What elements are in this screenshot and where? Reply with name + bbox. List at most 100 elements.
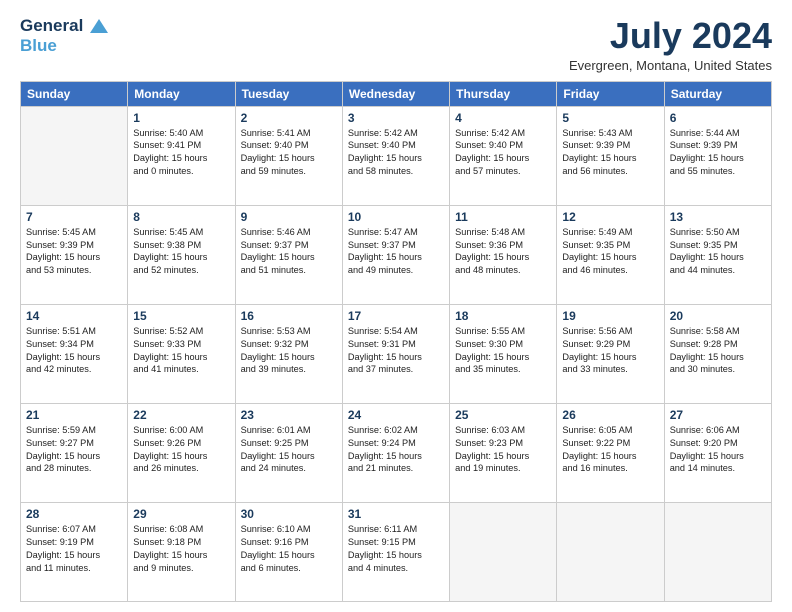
day-number: 10 — [348, 210, 444, 224]
logo-line2: Blue — [20, 36, 57, 55]
calendar-cell: 27 Sunrise: 6:06 AMSunset: 9:20 PMDayligh… — [664, 403, 771, 502]
cell-info: Sunrise: 5:45 AMSunset: 9:38 PMDaylight:… — [133, 226, 229, 278]
day-number: 4 — [455, 111, 551, 125]
day-number: 13 — [670, 210, 766, 224]
cell-info: Sunrise: 5:52 AMSunset: 9:33 PMDaylight:… — [133, 325, 229, 377]
cell-info: Sunrise: 6:08 AMSunset: 9:18 PMDaylight:… — [133, 523, 229, 575]
day-number: 16 — [241, 309, 337, 323]
day-number: 14 — [26, 309, 122, 323]
cell-info: Sunrise: 6:05 AMSunset: 9:22 PMDaylight:… — [562, 424, 658, 476]
calendar-cell: 6Sunrise: 5:44 AMSunset: 9:39 PMDaylight… — [664, 106, 771, 205]
weekday-header-monday: Monday — [128, 81, 235, 106]
calendar-cell: 4 Sunrise: 5:42 AMSunset: 9:40 PMDaylight… — [450, 106, 557, 205]
logo: General Blue — [20, 16, 108, 55]
calendar-cell: 23Sunrise: 6:01 AMSunset: 9:25 PMDayligh… — [235, 403, 342, 502]
weekday-header-friday: Friday — [557, 81, 664, 106]
location: Evergreen, Montana, United States — [569, 58, 772, 73]
day-number: 2 — [241, 111, 337, 125]
calendar-cell: 3 Sunrise: 5:42 AMSunset: 9:40 PMDaylight… — [342, 106, 449, 205]
title-block: July 2024 Evergreen, Montana, United Sta… — [569, 16, 772, 73]
day-number: 19 — [562, 309, 658, 323]
calendar-week-row: 14 Sunrise: 5:51 AMSunset: 9:34 PMDayligh… — [21, 304, 772, 403]
cell-info: Sunrise: 5:45 AMSunset: 9:39 PMDaylight:… — [26, 226, 122, 278]
calendar-cell: 13 Sunrise: 5:50 AMSunset: 9:35 PMDayligh… — [664, 205, 771, 304]
cell-info: Sunrise: 5:51 AMSunset: 9:34 PMDaylight:… — [26, 325, 122, 377]
calendar-cell: 29 Sunrise: 6:08 AMSunset: 9:18 PMDayligh… — [128, 502, 235, 601]
cell-info: Sunrise: 5:55 AMSunset: 9:30 PMDaylight:… — [455, 325, 551, 377]
day-number: 26 — [562, 408, 658, 422]
header: General Blue July 2024 Evergreen, Montan… — [20, 16, 772, 73]
cell-info: Sunrise: 5:50 AMSunset: 9:35 PMDaylight:… — [670, 226, 766, 278]
cell-info: Sunrise: 5:53 AMSunset: 9:32 PMDaylight:… — [241, 325, 337, 377]
calendar-cell: 5Sunrise: 5:43 AMSunset: 9:39 PMDaylight… — [557, 106, 664, 205]
day-number: 11 — [455, 210, 551, 224]
calendar-cell: 19 Sunrise: 5:56 AMSunset: 9:29 PMDayligh… — [557, 304, 664, 403]
calendar-cell: 14 Sunrise: 5:51 AMSunset: 9:34 PMDayligh… — [21, 304, 128, 403]
day-number: 29 — [133, 507, 229, 521]
calendar-cell — [450, 502, 557, 601]
weekday-header-sunday: Sunday — [21, 81, 128, 106]
cell-info: Sunrise: 5:48 AMSunset: 9:36 PMDaylight:… — [455, 226, 551, 278]
day-number: 24 — [348, 408, 444, 422]
calendar-cell: 22 Sunrise: 6:00 AMSunset: 9:26 PMDayligh… — [128, 403, 235, 502]
day-number: 23 — [241, 408, 337, 422]
weekday-header-thursday: Thursday — [450, 81, 557, 106]
logo-line1: General — [20, 16, 83, 35]
day-number: 22 — [133, 408, 229, 422]
calendar-week-row: 1Sunrise: 5:40 AMSunset: 9:41 PMDaylight… — [21, 106, 772, 205]
calendar-cell: 25Sunrise: 6:03 AMSunset: 9:23 PMDayligh… — [450, 403, 557, 502]
day-number: 3 — [348, 111, 444, 125]
cell-info: Sunrise: 5:54 AMSunset: 9:31 PMDaylight:… — [348, 325, 444, 377]
weekday-header-tuesday: Tuesday — [235, 81, 342, 106]
month-title: July 2024 — [569, 16, 772, 56]
calendar-cell: 17Sunrise: 5:54 AMSunset: 9:31 PMDayligh… — [342, 304, 449, 403]
calendar-week-row: 21Sunrise: 5:59 AMSunset: 9:27 PMDayligh… — [21, 403, 772, 502]
calendar-cell: 8Sunrise: 5:45 AMSunset: 9:38 PMDaylight… — [128, 205, 235, 304]
cell-info: Sunrise: 5:47 AMSunset: 9:37 PMDaylight:… — [348, 226, 444, 278]
calendar-cell: 26 Sunrise: 6:05 AMSunset: 9:22 PMDayligh… — [557, 403, 664, 502]
weekday-header-wednesday: Wednesday — [342, 81, 449, 106]
cell-info: Sunrise: 6:06 AMSunset: 9:20 PMDaylight:… — [670, 424, 766, 476]
calendar-header-row: SundayMondayTuesdayWednesdayThursdayFrid… — [21, 81, 772, 106]
calendar-cell: 15 Sunrise: 5:52 AMSunset: 9:33 PMDayligh… — [128, 304, 235, 403]
cell-info: Sunrise: 5:44 AMSunset: 9:39 PMDaylight:… — [670, 127, 766, 179]
day-number: 30 — [241, 507, 337, 521]
calendar-cell — [557, 502, 664, 601]
day-number: 20 — [670, 309, 766, 323]
day-number: 21 — [26, 408, 122, 422]
day-number: 25 — [455, 408, 551, 422]
cell-info: Sunrise: 6:11 AMSunset: 9:15 PMDaylight:… — [348, 523, 444, 575]
calendar-cell: 11 Sunrise: 5:48 AMSunset: 9:36 PMDayligh… — [450, 205, 557, 304]
calendar-cell: 9 Sunrise: 5:46 AMSunset: 9:37 PMDaylight… — [235, 205, 342, 304]
calendar-cell: 16 Sunrise: 5:53 AMSunset: 9:32 PMDayligh… — [235, 304, 342, 403]
cell-info: Sunrise: 5:58 AMSunset: 9:28 PMDaylight:… — [670, 325, 766, 377]
cell-info: Sunrise: 6:07 AMSunset: 9:19 PMDaylight:… — [26, 523, 122, 575]
cell-info: Sunrise: 5:42 AMSunset: 9:40 PMDaylight:… — [455, 127, 551, 179]
day-number: 31 — [348, 507, 444, 521]
day-number: 18 — [455, 309, 551, 323]
calendar-week-row: 28Sunrise: 6:07 AMSunset: 9:19 PMDayligh… — [21, 502, 772, 601]
calendar-cell — [664, 502, 771, 601]
day-number: 15 — [133, 309, 229, 323]
day-number: 7 — [26, 210, 122, 224]
calendar-cell: 24Sunrise: 6:02 AMSunset: 9:24 PMDayligh… — [342, 403, 449, 502]
calendar-cell: 7 Sunrise: 5:45 AMSunset: 9:39 PMDaylight… — [21, 205, 128, 304]
day-number: 12 — [562, 210, 658, 224]
day-number: 5 — [562, 111, 658, 125]
cell-info: Sunrise: 6:00 AMSunset: 9:26 PMDaylight:… — [133, 424, 229, 476]
calendar-table: SundayMondayTuesdayWednesdayThursdayFrid… — [20, 81, 772, 602]
cell-info: Sunrise: 6:10 AMSunset: 9:16 PMDaylight:… — [241, 523, 337, 575]
calendar-cell: 18 Sunrise: 5:55 AMSunset: 9:30 PMDayligh… — [450, 304, 557, 403]
day-number: 9 — [241, 210, 337, 224]
calendar-cell: 1Sunrise: 5:40 AMSunset: 9:41 PMDaylight… — [128, 106, 235, 205]
calendar-cell — [21, 106, 128, 205]
cell-info: Sunrise: 5:46 AMSunset: 9:37 PMDaylight:… — [241, 226, 337, 278]
calendar-cell: 2Sunrise: 5:41 AMSunset: 9:40 PMDaylight… — [235, 106, 342, 205]
cell-info: Sunrise: 5:42 AMSunset: 9:40 PMDaylight:… — [348, 127, 444, 179]
calendar-cell: 21Sunrise: 5:59 AMSunset: 9:27 PMDayligh… — [21, 403, 128, 502]
day-number: 1 — [133, 111, 229, 125]
day-number: 27 — [670, 408, 766, 422]
calendar-week-row: 7 Sunrise: 5:45 AMSunset: 9:39 PMDaylight… — [21, 205, 772, 304]
cell-info: Sunrise: 5:56 AMSunset: 9:29 PMDaylight:… — [562, 325, 658, 377]
calendar-cell: 10 Sunrise: 5:47 AMSunset: 9:37 PMDayligh… — [342, 205, 449, 304]
